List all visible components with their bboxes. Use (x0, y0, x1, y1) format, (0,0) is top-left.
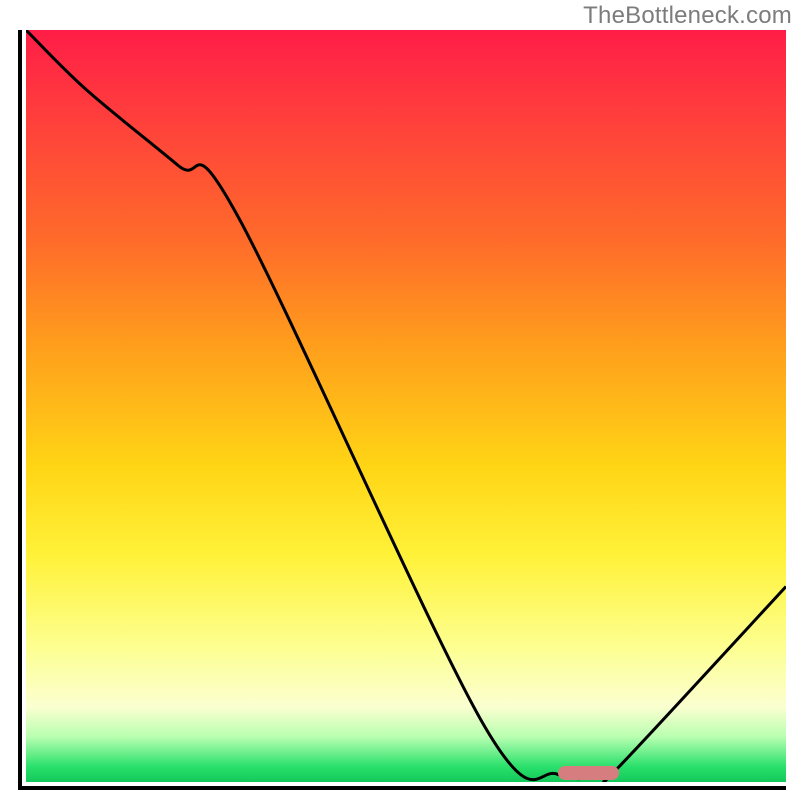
watermark-text: TheBottleneck.com (583, 2, 792, 30)
plot-area (18, 30, 786, 790)
bottleneck-chart: TheBottleneck.com (0, 0, 800, 800)
optimal-marker (558, 766, 619, 780)
heat-gradient-bg (26, 30, 786, 782)
